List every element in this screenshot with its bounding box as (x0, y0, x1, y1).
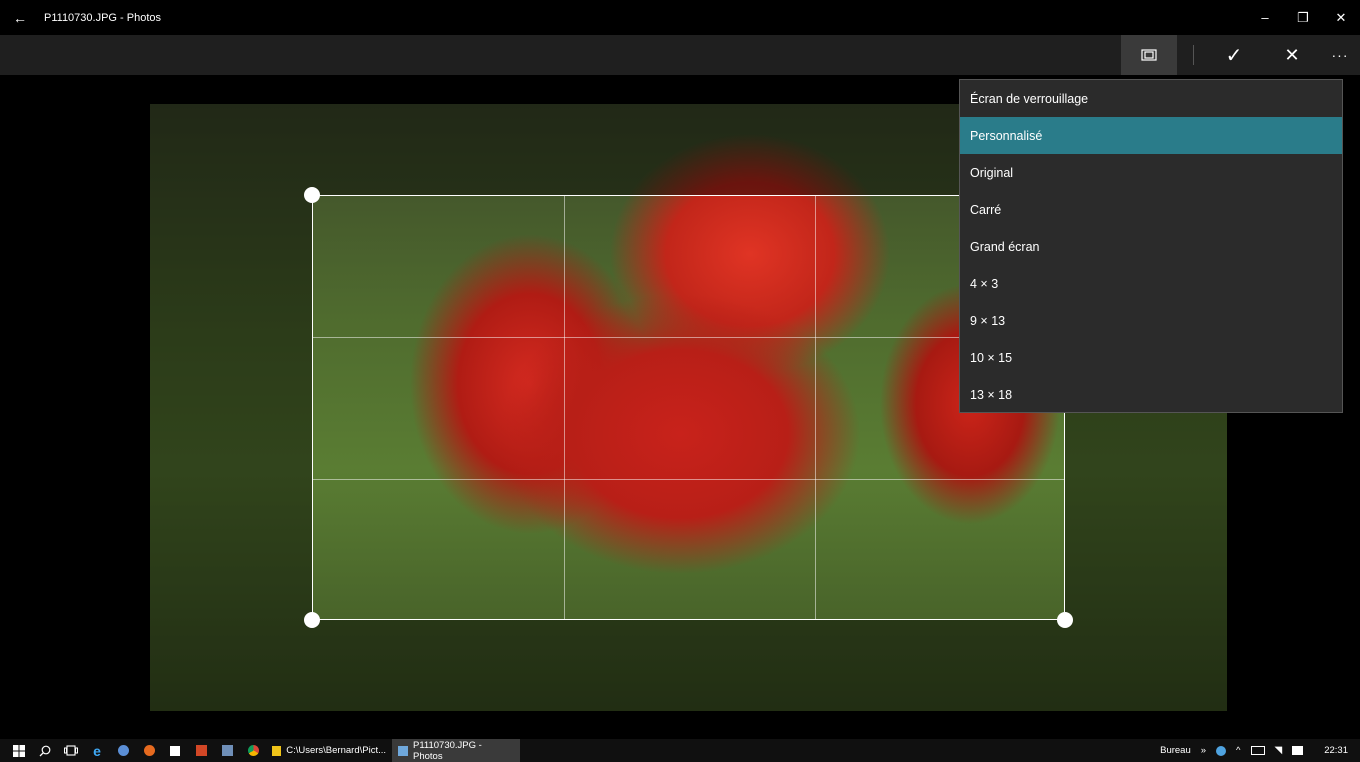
task-label: P1110730.JPG - Photos (413, 739, 482, 762)
check-icon: ✓ (1225, 44, 1243, 67)
menu-item-4x3[interactable]: 4 × 3 (960, 265, 1342, 302)
crop-dim-bottom (150, 620, 1227, 711)
task-view-icon (64, 745, 78, 756)
aspect-ratio-menu: Écran de verrouillage Personnalisé Origi… (959, 79, 1343, 413)
title-bar: ← P1110730.JPG - Photos – ❐ ✕ (0, 0, 1360, 35)
restore-button[interactable]: ❐ (1284, 0, 1322, 35)
crop-grid-line (313, 479, 1064, 480)
taskbar: e C:\Users\Bernard\Pict... P1110730.JPG … (0, 739, 1360, 762)
window-controls: – ❐ ✕ (1246, 0, 1360, 35)
back-button[interactable]: ← (0, 0, 40, 35)
app-icon (221, 745, 233, 756)
pinned-app-button[interactable] (110, 739, 136, 762)
close-icon: ✕ (1284, 44, 1300, 65)
search-button[interactable] (32, 739, 58, 762)
menu-item-square[interactable]: Carré (960, 191, 1342, 228)
menu-item-custom[interactable]: Personnalisé (960, 117, 1342, 154)
chrome-icon (247, 745, 259, 756)
edit-toolbar: ✓ ✕ ··· (0, 35, 1360, 75)
menu-item-lock-screen[interactable]: Écran de verrouillage (960, 80, 1342, 117)
chrome-app-button[interactable] (240, 739, 266, 762)
app-tray-icon[interactable] (1216, 745, 1227, 756)
more-icon: ··· (1331, 47, 1349, 63)
more-options-button[interactable]: ··· (1320, 35, 1360, 75)
powerpoint-icon (195, 745, 207, 756)
menu-item-widescreen[interactable]: Grand écran (960, 228, 1342, 265)
menu-item-original[interactable]: Original (960, 154, 1342, 191)
crop-dim-left (150, 195, 312, 620)
firefox-app-button[interactable] (136, 739, 162, 762)
toolbar-separator (1193, 45, 1194, 65)
taskbar-task-photos[interactable]: P1110730.JPG - Photos (392, 739, 520, 762)
crop-grid-line (313, 337, 1064, 338)
edge-app-button[interactable]: e (84, 739, 110, 762)
system-tray: Bureau » ^ ◥ 22:31 (1155, 739, 1360, 762)
windows-logo-icon (13, 744, 25, 757)
pinned-app-button-2[interactable] (214, 739, 240, 762)
folder-icon (272, 745, 282, 756)
crop-handle-bottom-left[interactable] (304, 612, 320, 628)
wifi-icon[interactable]: ◥ (1275, 745, 1283, 756)
desktop-toolbar-label[interactable]: Bureau (1160, 745, 1191, 756)
window-title: P1110730.JPG - Photos (44, 11, 161, 24)
store-icon (170, 745, 180, 756)
menu-item-13x18[interactable]: 13 × 18 (960, 376, 1342, 413)
aspect-ratio-button[interactable] (1121, 35, 1177, 75)
cancel-button[interactable]: ✕ (1268, 35, 1316, 75)
crop-handle-bottom-right[interactable] (1057, 612, 1073, 628)
photos-icon (398, 745, 408, 756)
task-view-button[interactable] (58, 739, 84, 762)
toolbar-overflow-icon[interactable]: » (1201, 745, 1206, 756)
search-icon (39, 745, 51, 756)
start-button[interactable] (6, 739, 32, 762)
chevron-up-icon[interactable]: ^ (1236, 745, 1240, 756)
menu-item-9x13[interactable]: 9 × 13 (960, 302, 1342, 339)
battery-icon[interactable] (1250, 746, 1265, 755)
crop-frame[interactable] (312, 195, 1065, 620)
aspect-ratio-icon (1141, 49, 1157, 61)
menu-item-10x15[interactable]: 10 × 15 (960, 339, 1342, 376)
app-icon (117, 745, 129, 756)
notifications-icon[interactable] (1292, 746, 1304, 755)
taskbar-task-explorer[interactable]: C:\Users\Bernard\Pict... (266, 739, 392, 762)
close-window-button[interactable]: ✕ (1322, 0, 1360, 35)
crop-grid-line (564, 196, 565, 619)
powerpoint-app-button[interactable] (188, 739, 214, 762)
clock[interactable]: 22:31 (1324, 745, 1348, 756)
crop-handle-top-left[interactable] (304, 187, 320, 203)
task-label: C:\Users\Bernard\Pict... (286, 745, 386, 756)
done-button[interactable]: ✓ (1210, 35, 1258, 75)
store-app-button[interactable] (162, 739, 188, 762)
firefox-icon (143, 745, 155, 756)
edge-icon: e (93, 742, 101, 759)
crop-grid-line (815, 196, 816, 619)
minimize-button[interactable]: – (1246, 0, 1284, 35)
